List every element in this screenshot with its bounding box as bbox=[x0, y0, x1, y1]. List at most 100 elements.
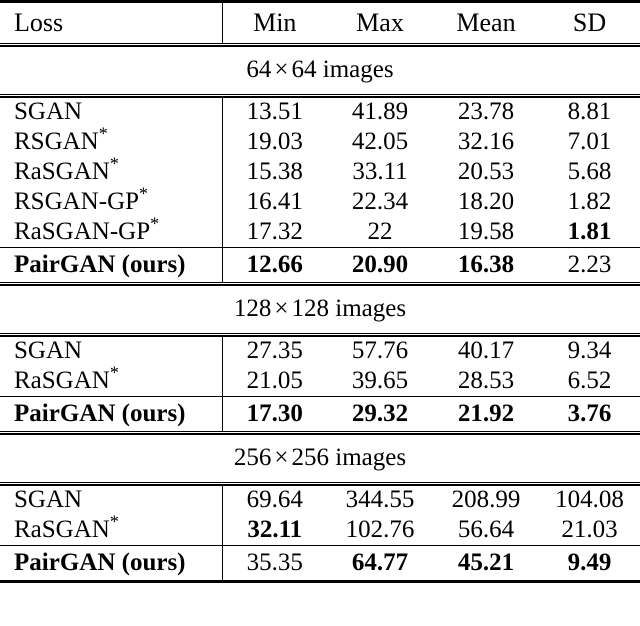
section-size-b: 256 bbox=[291, 444, 330, 471]
table-row: SGAN 69.64 344.55 208.99 104.08 bbox=[0, 482, 640, 515]
cell-min: 69.64 bbox=[221, 482, 327, 515]
cell-min: 17.32 bbox=[221, 217, 327, 248]
footnote-star: * bbox=[139, 183, 149, 204]
cell-sd: 6.52 bbox=[567, 367, 612, 394]
column-header-loss: Loss bbox=[0, 0, 222, 45]
cell-mean: 21.92 bbox=[433, 396, 539, 433]
table-row-highlight: PairGAN (ours) 12.66 20.90 16.38 2.23 bbox=[0, 247, 640, 284]
cell-min: 15.38 bbox=[221, 157, 327, 187]
row-label: PairGAN (ours) bbox=[0, 396, 222, 433]
cell-sd: 104.08 bbox=[539, 482, 640, 515]
column-header-sd: SD bbox=[539, 0, 640, 45]
row-label: RSGAN-GP* bbox=[14, 183, 149, 215]
section-size-b: 128 bbox=[291, 295, 330, 322]
table-head: Loss Min Max Mean SD bbox=[0, 0, 640, 45]
cell-sd: 2.23 bbox=[539, 247, 640, 284]
cell-max: 39.65 bbox=[351, 367, 409, 394]
cell-sd: 8.81 bbox=[539, 94, 640, 127]
cell-max: 57.76 bbox=[327, 333, 433, 366]
cell-min: 27.35 bbox=[221, 333, 327, 366]
cell-sd: 9.34 bbox=[539, 333, 640, 366]
section-suffix: images bbox=[329, 444, 407, 471]
section-header-label: 128 × 128 images bbox=[0, 282, 640, 335]
table-row: RSGAN-GP* 16.41 22.34 18.20 1.82 bbox=[0, 183, 640, 217]
cell-max: 102.76 bbox=[345, 516, 415, 543]
cell-sd: 9.49 bbox=[539, 545, 640, 583]
cell-max: 22.34 bbox=[351, 188, 409, 215]
cell-min: 12.66 bbox=[221, 247, 327, 284]
footnote-star: * bbox=[150, 213, 160, 234]
section-size-a: 128 bbox=[233, 295, 272, 322]
table-row: RSGAN* 19.03 42.05 32.16 7.01 bbox=[0, 123, 640, 157]
cell-mean: 208.99 bbox=[433, 482, 539, 515]
cell-max: 29.32 bbox=[327, 396, 433, 433]
table-row: RaSGAN-GP* 17.32 22 19.58 1.81 bbox=[0, 213, 640, 248]
cell-max: 344.55 bbox=[327, 482, 433, 515]
column-header-row: Loss Min Max Mean SD bbox=[0, 0, 640, 45]
cell-mean: 32.16 bbox=[457, 128, 515, 155]
section-size-b: 64 bbox=[291, 56, 317, 83]
multiply-sign: × bbox=[274, 56, 289, 83]
cell-mean: 19.58 bbox=[457, 218, 515, 245]
row-label: RSGAN* bbox=[14, 123, 108, 155]
row-label: SGAN bbox=[0, 94, 222, 127]
cell-max: 41.89 bbox=[327, 94, 433, 127]
row-label: SGAN bbox=[0, 482, 222, 515]
section-header-row: 128 × 128 images bbox=[0, 282, 640, 335]
table-row-highlight: PairGAN (ours) 35.35 64.77 45.21 9.49 bbox=[0, 545, 640, 583]
cell-mean: 56.64 bbox=[457, 516, 515, 543]
row-label: RaSGAN* bbox=[14, 153, 119, 185]
section-header-label: 256 × 256 images bbox=[0, 431, 640, 484]
cell-sd: 1.82 bbox=[567, 188, 612, 215]
cell-mean: 40.17 bbox=[433, 333, 539, 366]
row-label: RaSGAN-GP* bbox=[14, 213, 160, 245]
cell-min: 17.30 bbox=[221, 396, 327, 433]
cell-min: 35.35 bbox=[221, 545, 327, 583]
section-suffix: images bbox=[316, 56, 394, 83]
section-header-row: 256 × 256 images bbox=[0, 431, 640, 484]
cell-max: 22 bbox=[367, 218, 393, 245]
cell-mean: 45.21 bbox=[433, 545, 539, 583]
multiply-sign: × bbox=[274, 295, 289, 322]
cell-max: 33.11 bbox=[352, 158, 408, 185]
cell-min: 13.51 bbox=[221, 94, 327, 127]
table-row: SGAN 27.35 57.76 40.17 9.34 bbox=[0, 333, 640, 366]
table-row: RaSGAN* 21.05 39.65 28.53 6.52 bbox=[0, 362, 640, 397]
row-label: SGAN bbox=[0, 333, 222, 366]
cell-sd: 3.76 bbox=[539, 396, 640, 433]
row-label: RaSGAN* bbox=[14, 362, 119, 394]
footnote-star: * bbox=[109, 511, 119, 532]
results-table: Loss Min Max Mean SD 64 × 64 images SGAN 13.… bbox=[0, 0, 640, 583]
section-size-a: 256 bbox=[233, 444, 272, 471]
row-label: RaSGAN* bbox=[14, 511, 119, 543]
cell-min: 21.05 bbox=[221, 366, 327, 397]
cell-min: 32.11 bbox=[221, 515, 327, 546]
cell-mean: 23.78 bbox=[433, 94, 539, 127]
cell-mean: 16.38 bbox=[433, 247, 539, 284]
cell-min: 16.41 bbox=[221, 187, 327, 217]
fid-results-table: Loss Min Max Mean SD 64 × 64 images SGAN 13.… bbox=[0, 0, 640, 626]
section-header-label: 64 × 64 images bbox=[0, 43, 640, 96]
cell-max: 64.77 bbox=[327, 545, 433, 583]
cell-sd: 21.03 bbox=[561, 516, 618, 543]
section-header-row: 64 × 64 images bbox=[0, 43, 640, 96]
cell-sd: 7.01 bbox=[567, 128, 612, 155]
cell-sd: 1.81 bbox=[567, 218, 612, 245]
footnote-star: * bbox=[109, 362, 119, 383]
column-header-max: Max bbox=[327, 0, 433, 45]
footnote-star: * bbox=[98, 123, 108, 144]
section-size-a: 64 bbox=[246, 56, 272, 83]
cell-sd: 5.68 bbox=[567, 158, 612, 185]
column-header-mean: Mean bbox=[433, 0, 539, 45]
table-row-highlight: PairGAN (ours) 17.30 29.32 21.92 3.76 bbox=[0, 396, 640, 433]
cell-min: 19.03 bbox=[221, 127, 327, 157]
cell-max: 42.05 bbox=[351, 128, 409, 155]
column-header-min: Min bbox=[221, 0, 327, 45]
row-label: PairGAN (ours) bbox=[0, 247, 222, 284]
cell-mean: 20.53 bbox=[457, 158, 515, 185]
cell-mean: 18.20 bbox=[457, 188, 515, 215]
row-label: PairGAN (ours) bbox=[0, 545, 222, 583]
table-body: 64 × 64 images SGAN 13.51 41.89 23.78 8.81 RSGAN… bbox=[0, 43, 640, 583]
cell-max: 20.90 bbox=[327, 247, 433, 284]
table-row: SGAN 13.51 41.89 23.78 8.81 bbox=[0, 94, 640, 127]
